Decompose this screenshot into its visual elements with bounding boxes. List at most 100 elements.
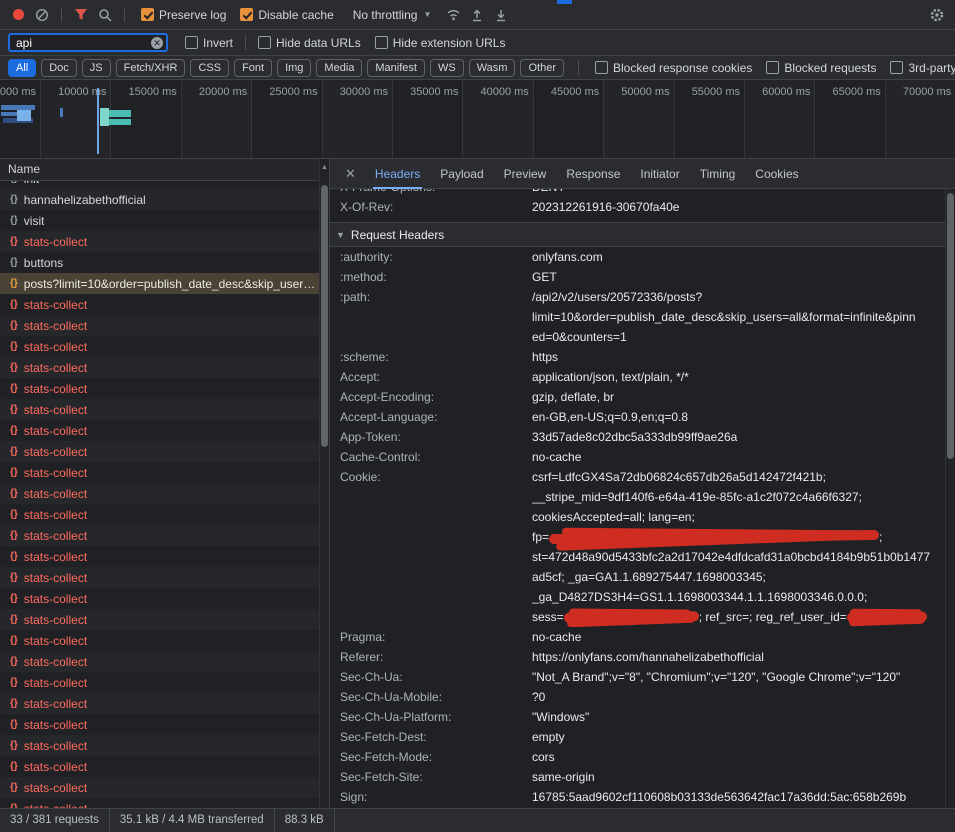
record-icon: [13, 9, 24, 20]
request-name: stats-collect: [24, 592, 87, 606]
requests-scrollbar-thumb[interactable]: [321, 185, 328, 447]
request-row[interactable]: {}buttons: [0, 252, 319, 273]
request-row[interactable]: {}stats-collect: [0, 420, 319, 441]
request-row[interactable]: {}stats-collect: [0, 378, 319, 399]
request-row[interactable]: {}stats-collect: [0, 756, 319, 777]
filter-checkbox-invert[interactable]: Invert: [185, 36, 233, 50]
toolbar-checkbox-disable-cache[interactable]: Disable cache: [240, 8, 333, 22]
filter-button[interactable]: [71, 5, 91, 25]
request-row[interactable]: {}stats-collect: [0, 462, 319, 483]
type-filter-doc[interactable]: Doc: [41, 59, 77, 77]
settings-button[interactable]: [927, 5, 947, 25]
request-row[interactable]: {}stats-collect: [0, 231, 319, 252]
request-row[interactable]: {}stats-collect: [0, 525, 319, 546]
status-bar: 33 / 381 requests35.1 kB / 4.4 MB transf…: [0, 808, 955, 832]
network-conditions-button[interactable]: [443, 5, 463, 25]
braces-icon: {}: [10, 593, 18, 604]
request-row[interactable]: {}stats-collect: [0, 672, 319, 693]
timeline-tick-label: 70000 ms: [891, 86, 951, 98]
braces-icon: {}: [10, 551, 18, 562]
filter-input[interactable]: [8, 33, 168, 52]
request-name: stats-collect: [24, 508, 87, 522]
type-filter-wasm[interactable]: Wasm: [469, 59, 516, 77]
type-checkbox-blocked-requests[interactable]: Blocked requests: [766, 61, 876, 75]
filter-checkbox-hide-data-urls[interactable]: Hide data URLs: [258, 36, 361, 50]
tab-payload[interactable]: Payload: [430, 159, 493, 189]
header-row: Time:1703636799438: [330, 807, 945, 808]
braces-icon: {}: [10, 194, 18, 205]
search-button[interactable]: [95, 5, 115, 25]
request-row[interactable]: {}stats-collect: [0, 693, 319, 714]
type-filter-font[interactable]: Font: [234, 59, 272, 77]
request-row[interactable]: {}stats-collect: [0, 567, 319, 588]
network-conditions-icon: [446, 8, 461, 21]
tab-timing[interactable]: Timing: [690, 159, 746, 189]
request-row[interactable]: {}stats-collect: [0, 336, 319, 357]
header-value: 16785:5aad9602cf110608b03133de563642fac1…: [532, 787, 945, 807]
details-scrollbar[interactable]: [945, 189, 955, 808]
tab-headers[interactable]: Headers: [365, 159, 430, 189]
request-row[interactable]: {}stats-collect: [0, 483, 319, 504]
request-row[interactable]: {}stats-collect: [0, 630, 319, 651]
type-filter-media[interactable]: Media: [316, 59, 362, 77]
request-row[interactable]: {}stats-collect: [0, 357, 319, 378]
status-item: 33 / 381 requests: [0, 809, 110, 832]
tab-cookies[interactable]: Cookies: [745, 159, 808, 189]
header-row: :authority:onlyfans.com: [330, 247, 945, 267]
header-value-line: st=472d48a90d5433bfc2a2d17042e4dfdcafd31…: [532, 547, 937, 567]
redaction-scribble: [564, 611, 699, 623]
request-row[interactable]: {}hannahelizabethofficial: [0, 189, 319, 210]
clear-button[interactable]: [32, 5, 52, 25]
tab-response[interactable]: Response: [556, 159, 630, 189]
request-row[interactable]: {}stats-collect: [0, 294, 319, 315]
toolbar-checkbox-preserve-log[interactable]: Preserve log: [141, 8, 226, 22]
throttling-dropdown[interactable]: No throttling ▼: [353, 8, 432, 22]
request-row[interactable]: {}stats-collect: [0, 315, 319, 336]
request-row[interactable]: {}stats-collect: [0, 399, 319, 420]
record-button[interactable]: [8, 5, 28, 25]
request-row[interactable]: {}stats-collect: [0, 504, 319, 525]
close-details-icon[interactable]: ✕: [336, 166, 365, 182]
type-filter-css[interactable]: CSS: [190, 59, 229, 77]
type-filter-img[interactable]: Img: [277, 59, 311, 77]
import-har-button[interactable]: [467, 5, 487, 25]
request-row[interactable]: {}visit: [0, 210, 319, 231]
scroll-up-arrow-icon[interactable]: ▲: [320, 159, 329, 175]
type-filter-ws[interactable]: WS: [430, 59, 464, 77]
request-row[interactable]: {}posts?limit=10&order=publish_date_desc…: [0, 273, 319, 294]
request-row[interactable]: {}stats-collect: [0, 651, 319, 672]
request-row[interactable]: {}stats-collect: [0, 546, 319, 567]
request-row[interactable]: {}stats-collect: [0, 777, 319, 798]
tab-preview[interactable]: Preview: [494, 159, 557, 189]
request-headers-section-header[interactable]: ▼ Request Headers: [330, 222, 945, 247]
export-har-button[interactable]: [491, 5, 511, 25]
timeline-overview[interactable]: 5000 ms10000 ms15000 ms20000 ms25000 ms3…: [0, 80, 955, 159]
type-filter-other[interactable]: Other: [520, 59, 564, 77]
filter-checkbox-hide-extension-urls[interactable]: Hide extension URLs: [375, 36, 506, 50]
type-filter-fetch-xhr[interactable]: Fetch/XHR: [116, 59, 186, 77]
type-filter-all[interactable]: All: [8, 59, 36, 77]
name-column-header[interactable]: Name: [0, 159, 329, 181]
request-row[interactable]: {}stats-collect: [0, 441, 319, 462]
request-row[interactable]: {}stats-collect: [0, 735, 319, 756]
header-value: https: [532, 347, 945, 367]
header-name: Sec-Fetch-Mode:: [340, 747, 532, 767]
type-checkbox-blocked-response-cookies[interactable]: Blocked response cookies: [595, 61, 752, 75]
waterfall-bar: [17, 110, 31, 121]
request-row[interactable]: {}stats-collect: [0, 609, 319, 630]
type-filter-js[interactable]: JS: [82, 59, 111, 77]
request-row[interactable]: {} stats-collect: [0, 588, 319, 609]
details-scrollbar-thumb[interactable]: [947, 193, 954, 459]
timeline-gridline: [885, 80, 886, 158]
detail-tabs-list: HeadersPayloadPreviewResponseInitiatorTi…: [365, 159, 809, 189]
request-row[interactable]: {}init: [0, 181, 319, 189]
type-checkbox-3rd-party-requests[interactable]: 3rd-party requests: [890, 61, 955, 75]
request-row[interactable]: {}stats-collect: [0, 714, 319, 735]
header-name: :method:: [340, 267, 532, 287]
timeline-tick-label: 45000 ms: [539, 86, 599, 98]
clear-filter-icon[interactable]: ✕: [151, 37, 163, 49]
type-filter-manifest[interactable]: Manifest: [367, 59, 425, 77]
request-row[interactable]: {}stats-collect: [0, 798, 319, 808]
requests-scrollbar[interactable]: ▲: [319, 159, 329, 808]
tab-initiator[interactable]: Initiator: [630, 159, 689, 189]
